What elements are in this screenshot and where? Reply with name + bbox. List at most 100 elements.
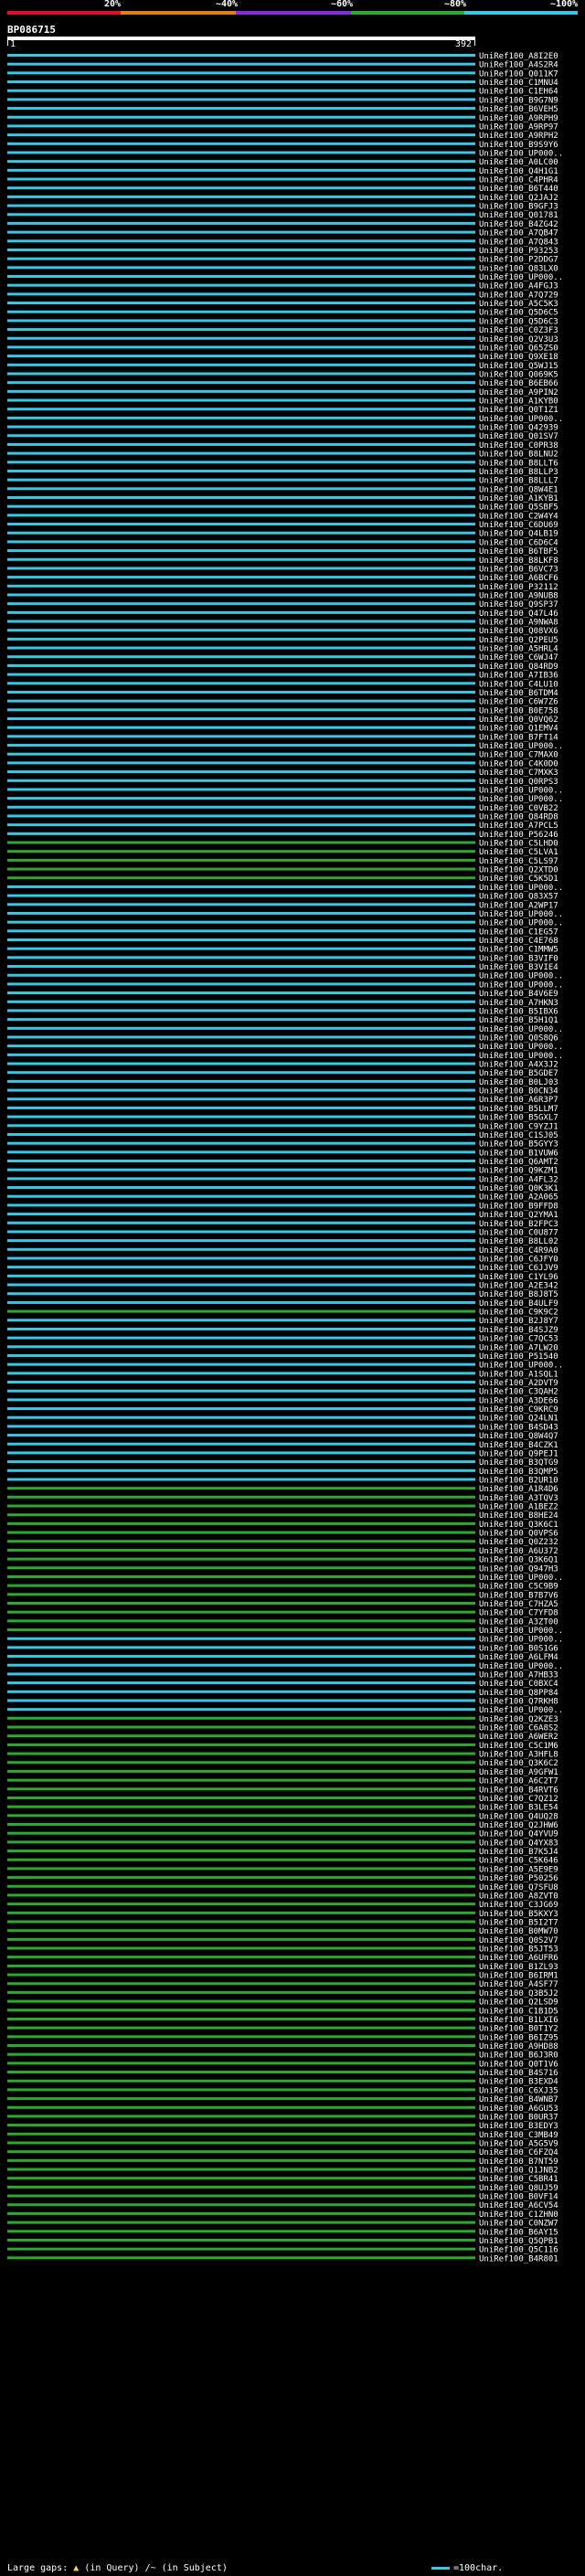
hit-label[interactable]: UniRef100_A2DVT9 xyxy=(479,1379,558,1388)
hit-row[interactable]: UniRef100_UP000.. xyxy=(7,786,563,795)
hit-bar[interactable] xyxy=(7,1956,475,1959)
hit-bar[interactable] xyxy=(7,1805,475,1808)
hit-label[interactable]: UniRef100_A9RPH9 xyxy=(479,114,558,123)
hit-label[interactable]: UniRef100_Q65ZS0 xyxy=(479,344,558,353)
hit-row[interactable]: UniRef100_C4R9A0 xyxy=(7,1246,558,1256)
hit-bar[interactable] xyxy=(7,699,475,703)
hit-bar[interactable] xyxy=(7,1893,475,1897)
hit-bar[interactable] xyxy=(7,168,475,172)
hit-label[interactable]: UniRef100_UP000.. xyxy=(479,981,563,990)
hit-label[interactable]: UniRef100_P32112 xyxy=(479,583,558,592)
hit-row[interactable]: UniRef100_B5GYY3 xyxy=(7,1140,558,1150)
hit-row[interactable]: UniRef100_B4ZG42 xyxy=(7,220,558,229)
hit-label[interactable]: UniRef100_Q83X57 xyxy=(479,893,558,902)
hit-row[interactable]: UniRef100_Q5C116 xyxy=(7,2246,558,2255)
hit-row[interactable]: UniRef100_Q4YX83 xyxy=(7,1839,558,1848)
hit-bar[interactable] xyxy=(7,2026,475,2030)
hit-row[interactable]: UniRef100_P32112 xyxy=(7,583,558,592)
hit-bar[interactable] xyxy=(7,2211,475,2215)
hit-label[interactable]: UniRef100_A5C5K3 xyxy=(479,300,558,309)
hit-row[interactable]: UniRef100_Q5D6C3 xyxy=(7,317,558,326)
hit-label[interactable]: UniRef100_B5GYY3 xyxy=(479,1140,558,1150)
hit-bar[interactable] xyxy=(7,1964,475,1967)
hit-row[interactable]: UniRef100_B5JT53 xyxy=(7,1945,558,1955)
hit-bar[interactable] xyxy=(7,1186,475,1190)
hit-row[interactable]: UniRef100_A2DVT9 xyxy=(7,1379,558,1388)
hit-label[interactable]: UniRef100_Q9PEJ1 xyxy=(479,1449,558,1458)
hit-label[interactable]: UniRef100_Q4H1G1 xyxy=(479,167,558,176)
hit-row[interactable]: UniRef100_B8LL02 xyxy=(7,1237,558,1246)
hit-row[interactable]: UniRef100_UP000.. xyxy=(7,742,563,751)
hit-label[interactable]: UniRef100_B8LLL7 xyxy=(479,477,558,486)
hit-row[interactable]: UniRef100_A3ZT00 xyxy=(7,1617,558,1627)
hit-label[interactable]: UniRef100_P50256 xyxy=(479,1874,558,1883)
hit-bar[interactable] xyxy=(7,1513,475,1517)
hit-row[interactable]: UniRef100_UP000.. xyxy=(7,415,563,424)
hit-bar[interactable] xyxy=(7,1823,475,1826)
hit-bar[interactable] xyxy=(7,1150,475,1154)
hit-label[interactable]: UniRef100_B3EXD4 xyxy=(479,2078,558,2087)
hit-bar[interactable] xyxy=(7,398,475,402)
hit-label[interactable]: UniRef100_C5K646 xyxy=(479,1857,558,1866)
hit-row[interactable]: UniRef100_A6CV54 xyxy=(7,2201,558,2210)
hit-row[interactable]: UniRef100_A7Q843 xyxy=(7,238,558,247)
hit-row[interactable]: UniRef100_B7K5J4 xyxy=(7,1848,558,1857)
hit-row[interactable]: UniRef100_B0MW70 xyxy=(7,1927,558,1936)
hit-bar[interactable] xyxy=(7,1990,475,1994)
hit-label[interactable]: UniRef100_Q3K6C1 xyxy=(479,1521,558,1530)
hit-bar[interactable] xyxy=(7,823,475,827)
hit-label[interactable]: UniRef100_A7PCL5 xyxy=(479,822,558,831)
hit-label[interactable]: UniRef100_A1SQL1 xyxy=(479,1370,558,1379)
hit-row[interactable]: UniRef100_B8LNU2 xyxy=(7,451,558,460)
hit-bar[interactable] xyxy=(7,1283,475,1287)
hit-label[interactable]: UniRef100_Q0VPS6 xyxy=(479,1530,558,1539)
hit-label[interactable]: UniRef100_B4WNB7 xyxy=(479,2095,558,2104)
hit-label[interactable]: UniRef100_Q3K6Q1 xyxy=(479,1556,558,1565)
hit-label[interactable]: UniRef100_Q83LX0 xyxy=(479,264,558,273)
hit-label[interactable]: UniRef100_Q8UJ59 xyxy=(479,2184,558,2193)
hit-row[interactable]: UniRef100_B1LXI6 xyxy=(7,2016,558,2025)
hit-label[interactable]: UniRef100_Q8PP84 xyxy=(479,1689,558,1698)
hit-label[interactable]: UniRef100_UP000.. xyxy=(479,1574,563,1583)
hit-label[interactable]: UniRef100_A4SF77 xyxy=(479,1980,558,1989)
hit-row[interactable]: UniRef100_B4WNB7 xyxy=(7,2095,558,2104)
hit-row[interactable]: UniRef100_C6WJ47 xyxy=(7,653,558,663)
hit-bar[interactable] xyxy=(7,1699,475,1702)
hit-bar[interactable] xyxy=(7,1398,475,1402)
hit-bar[interactable] xyxy=(7,1540,475,1543)
hit-bar[interactable] xyxy=(7,2141,475,2145)
hit-bar[interactable] xyxy=(7,1026,475,1030)
hit-row[interactable]: UniRef100_A4SF77 xyxy=(7,1980,558,1989)
hit-row[interactable]: UniRef100_C3JG69 xyxy=(7,1901,558,1910)
hit-bar[interactable] xyxy=(7,204,475,207)
hit-row[interactable]: UniRef100_C5K646 xyxy=(7,1857,558,1866)
hit-label[interactable]: UniRef100_B0CN34 xyxy=(479,1087,558,1097)
hit-bar[interactable] xyxy=(7,1415,475,1419)
hit-bar[interactable] xyxy=(7,1999,475,2003)
hit-bar[interactable] xyxy=(7,213,475,217)
hit-label[interactable]: UniRef100_B4RVT6 xyxy=(479,1786,558,1795)
hit-bar[interactable] xyxy=(7,1734,475,1738)
hit-bar[interactable] xyxy=(7,1690,475,1693)
hit-row[interactable]: UniRef100_Q8UJ59 xyxy=(7,2184,558,2193)
hit-bar[interactable] xyxy=(7,124,475,128)
hit-label[interactable]: UniRef100_A9HD88 xyxy=(479,2042,558,2051)
hit-label[interactable]: UniRef100_B4S716 xyxy=(479,2069,558,2078)
hit-label[interactable]: UniRef100_B5KXY3 xyxy=(479,1910,558,1919)
hit-bar[interactable] xyxy=(7,1646,475,1649)
hit-row[interactable]: UniRef100_C7QZ12 xyxy=(7,1795,558,1804)
hit-label[interactable]: UniRef100_Q011K7 xyxy=(479,69,558,79)
hit-bar[interactable] xyxy=(7,1663,475,1667)
hit-bar[interactable] xyxy=(7,1106,475,1109)
hit-bar[interactable] xyxy=(7,540,475,544)
hit-row[interactable]: UniRef100_B9G7N9 xyxy=(7,96,558,105)
hit-row[interactable]: UniRef100_A6WER2 xyxy=(7,1733,558,1742)
hit-label[interactable]: UniRef100_B7FT14 xyxy=(479,733,558,742)
hit-label[interactable]: UniRef100_B2FPC3 xyxy=(479,1220,558,1229)
hit-bar[interactable] xyxy=(7,151,475,154)
hit-label[interactable]: UniRef100_C4PHR4 xyxy=(479,176,558,186)
hit-bar[interactable] xyxy=(7,1929,475,1933)
hit-bar[interactable] xyxy=(7,328,475,332)
hit-label[interactable]: UniRef100_UP000.. xyxy=(479,1627,563,1636)
hit-row[interactable]: UniRef100_B8LKF8 xyxy=(7,557,558,566)
